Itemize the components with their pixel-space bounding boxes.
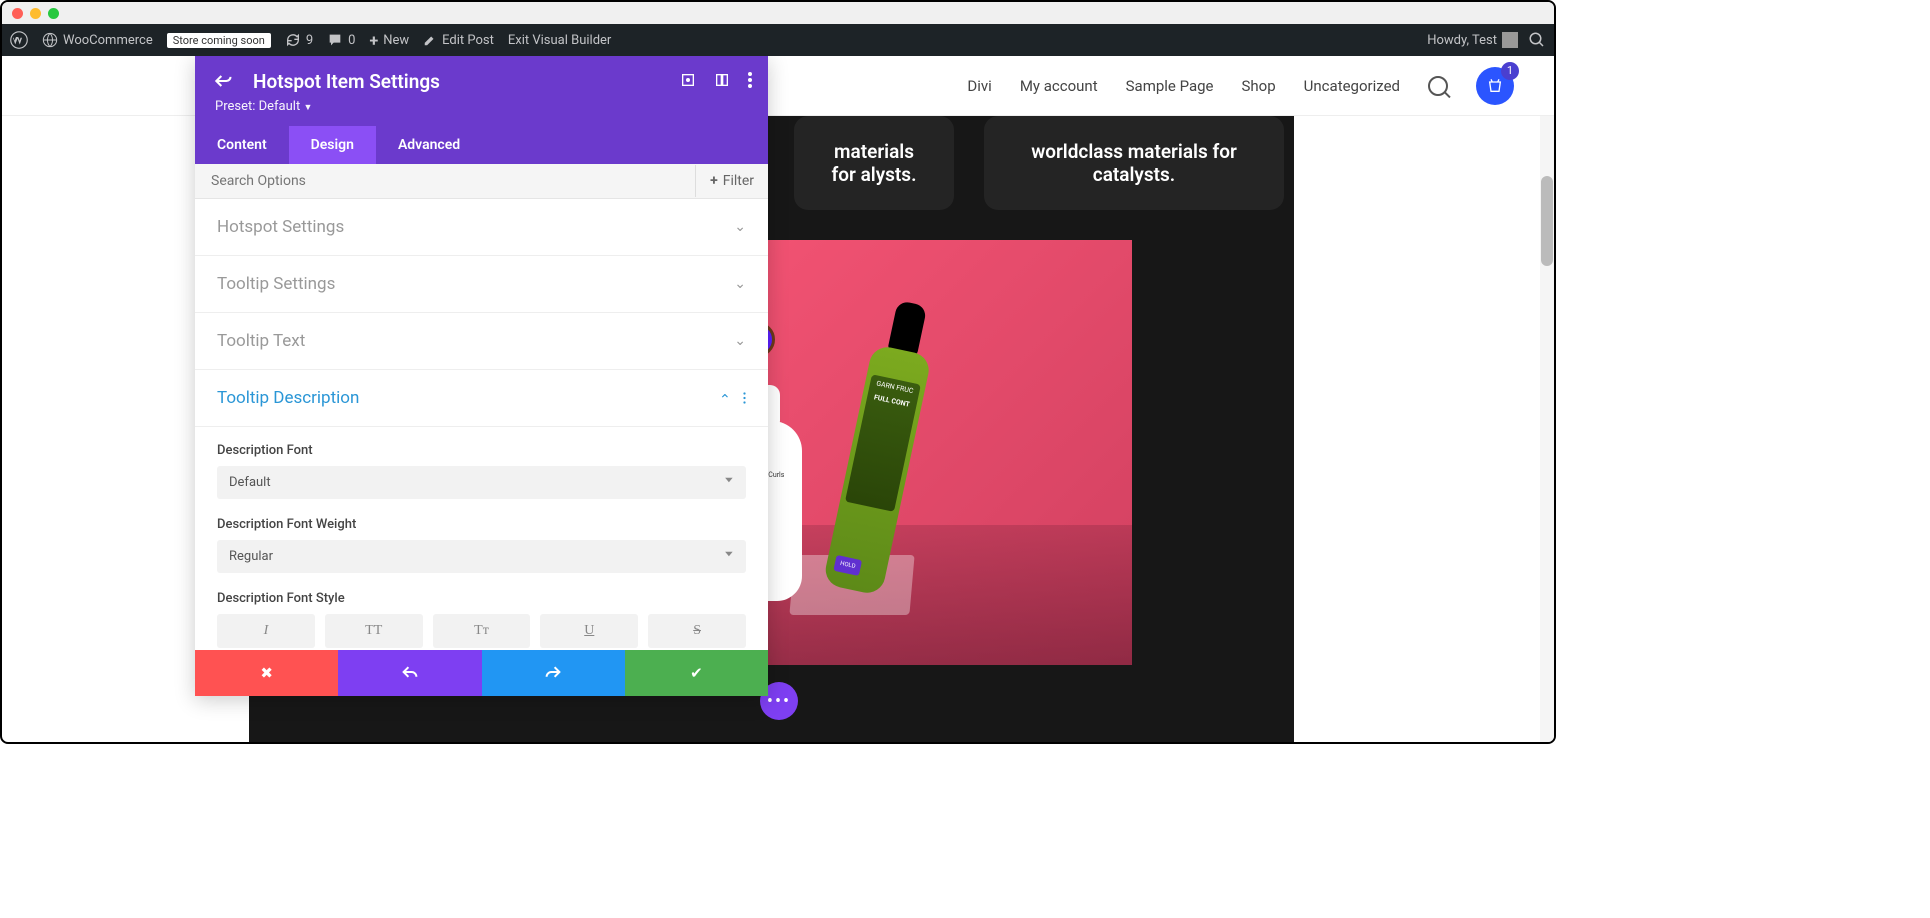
modal-footer: ✖ ✔ — [195, 650, 768, 696]
search-input[interactable] — [195, 164, 695, 198]
tab-design[interactable]: Design — [289, 126, 376, 164]
cancel-button[interactable]: ✖ — [195, 650, 338, 696]
nav-divi[interactable]: Divi — [967, 77, 991, 95]
italic-button[interactable]: I — [217, 614, 315, 648]
back-button[interactable] — [213, 72, 233, 90]
comments-count: 0 — [348, 33, 355, 48]
site-link[interactable]: WooCommerce — [42, 32, 153, 48]
desc-font-style-label: Description Font Style — [217, 591, 746, 606]
tab-content[interactable]: Content — [195, 126, 289, 164]
strike-button[interactable]: S — [648, 614, 746, 648]
modal-header-icons — [680, 72, 752, 88]
comments-link[interactable]: 0 — [327, 32, 355, 48]
cart-count-badge: 1 — [1501, 62, 1519, 80]
underline-button[interactable]: U — [540, 614, 638, 648]
desc-font-label: Description Font — [217, 443, 746, 458]
nav-shop[interactable]: Shop — [1242, 77, 1276, 95]
new-link[interactable]: + New — [369, 31, 409, 50]
browser-window: WooCommerce Store coming soon 9 0 + New … — [0, 0, 1556, 744]
section-tooltip-description[interactable]: Tooltip Description ⌄ — [195, 370, 768, 427]
adminbar-right: Howdy, Test — [1427, 31, 1546, 49]
store-badge: Store coming soon — [167, 33, 271, 48]
section-tooltip-text[interactable]: Tooltip Text ⌄ — [195, 313, 768, 370]
updates-link[interactable]: 9 — [285, 32, 313, 48]
green-hold-tag: HOLD — [833, 555, 862, 576]
desc-font-weight-label: Description Font Weight — [217, 517, 746, 532]
exit-label: Exit Visual Builder — [508, 33, 611, 48]
scroll-thumb[interactable] — [1541, 176, 1553, 266]
page-body: Divi My account Sample Page Shop Uncateg… — [2, 56, 1554, 742]
edit-post-link[interactable]: Edit Post — [423, 33, 494, 48]
modal-title: Hotspot Item Settings — [253, 70, 748, 93]
mac-titlebar — [2, 2, 1554, 24]
site-name: WooCommerce — [63, 33, 153, 48]
section-tooltip-settings[interactable]: Tooltip Settings ⌄ — [195, 256, 768, 313]
font-style-buttons: I TT Tᴛ U S — [217, 614, 746, 648]
sections-list[interactable]: Hotspot Settings ⌄ Tooltip Settings ⌄ To… — [195, 199, 768, 650]
exit-builder-link[interactable]: Exit Visual Builder — [508, 33, 611, 48]
section-kebab-icon[interactable] — [743, 391, 746, 405]
tab-advanced[interactable]: Advanced — [376, 126, 482, 164]
section-hotspot-settings[interactable]: Hotspot Settings ⌄ — [195, 199, 768, 256]
green-bottle-label: GARN FRUC FULL CONT — [844, 374, 920, 512]
card-1: materials for alysts. — [794, 116, 954, 210]
save-button[interactable]: ✔ — [625, 650, 768, 696]
edit-label: Edit Post — [442, 33, 494, 48]
modal-header: Hotspot Item Settings Preset: Default ▼ — [195, 56, 768, 126]
drag-icon[interactable] — [714, 72, 730, 88]
scrollbar[interactable] — [1540, 56, 1554, 742]
nav-myaccount[interactable]: My account — [1020, 77, 1098, 95]
search-row: + Filter — [195, 164, 768, 199]
wp-logo[interactable] — [10, 31, 28, 49]
filter-button[interactable]: + Filter — [695, 165, 768, 197]
tooltip-description-body: Description Font Default Description Fon… — [195, 427, 768, 650]
maximize-window-dot[interactable] — [48, 8, 59, 19]
settings-modal: Hotspot Item Settings Preset: Default ▼ … — [195, 56, 768, 696]
preset-selector[interactable]: Preset: Default ▼ — [215, 99, 748, 114]
minimize-window-dot[interactable] — [30, 8, 41, 19]
close-window-dot[interactable] — [12, 8, 23, 19]
expand-icon[interactable] — [680, 72, 696, 88]
chevron-up-icon: ⌄ — [719, 390, 731, 406]
kebab-menu-icon[interactable] — [748, 72, 752, 88]
redo-button[interactable] — [482, 650, 625, 696]
desc-font-select[interactable]: Default — [217, 466, 746, 499]
updates-count: 9 — [306, 33, 313, 48]
chevron-down-icon: ⌄ — [734, 219, 746, 235]
avatar — [1502, 32, 1518, 48]
search-icon[interactable] — [1428, 76, 1448, 96]
wp-adminbar: WooCommerce Store coming soon 9 0 + New … — [2, 24, 1554, 56]
cart-button[interactable]: 1 — [1476, 67, 1514, 105]
chevron-down-icon: ⌄ — [734, 276, 746, 292]
adminbar-left: WooCommerce Store coming soon 9 0 + New … — [10, 31, 611, 50]
smallcaps-button[interactable]: Tᴛ — [433, 614, 531, 648]
adminbar-search-icon[interactable] — [1528, 31, 1546, 49]
howdy-text: Howdy, Test — [1427, 33, 1497, 48]
nav-uncat[interactable]: Uncategorized — [1304, 77, 1400, 95]
modal-tabs: Content Design Advanced — [195, 126, 768, 164]
card-2: worldclass materials for catalysts. — [984, 116, 1284, 210]
undo-button[interactable] — [338, 650, 481, 696]
howdy-link[interactable]: Howdy, Test — [1427, 32, 1518, 48]
new-label: New — [383, 33, 409, 48]
desc-font-weight-select[interactable]: Regular — [217, 540, 746, 573]
chevron-down-icon: ⌄ — [734, 333, 746, 349]
uppercase-button[interactable]: TT — [325, 614, 423, 648]
nav-sample[interactable]: Sample Page — [1126, 77, 1214, 95]
